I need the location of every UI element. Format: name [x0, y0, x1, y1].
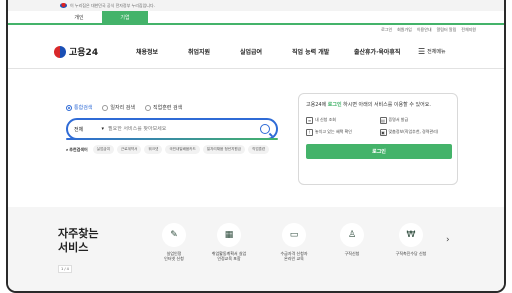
all-menu-button[interactable]: ☰ 전체메뉴 [418, 47, 446, 56]
service-label: 구직신청 [344, 251, 360, 256]
main-menu: 채용정보 취업지원 실업급여 직업 능력 개발 출산휴가·육아휴직 [136, 47, 412, 56]
frequent-services-title: 자주찾는 서비스 [58, 227, 98, 255]
search-scope-options: 통합검색 일자리 검색 직업훈련 검색 [66, 104, 286, 111]
guide-link[interactable]: 이용안내 [417, 27, 432, 33]
search-icon[interactable] [260, 124, 270, 134]
support-link[interactable]: 전체지원 [461, 27, 476, 33]
main-navigation: 고용24 채용정보 취업지원 실업급여 직업 능력 개발 출산휴가·육아휴직 ☰… [8, 35, 504, 69]
service-job-plan[interactable]: ▦ 취업활동계획서 실업 인정교육 포함 [201, 223, 257, 262]
monitor-icon: ▭ [282, 223, 306, 247]
menu-jobs[interactable]: 채용정보 [136, 47, 188, 56]
menu-vocational-training[interactable]: 직업 능력 개발 [292, 47, 354, 56]
radio-job-search[interactable]: 일자리 검색 [102, 104, 135, 111]
service-online-education[interactable]: ▭ 수급자격 신청자 온라인 교육 [266, 223, 322, 262]
dropdown-arrow-icon: ▾ [101, 125, 104, 132]
money-icon: ₩ [399, 223, 423, 247]
carousel-pager[interactable]: 1 / 4 [58, 265, 72, 273]
login-message: 고용24에 로그인 하시면 아래의 서비스를 이용할 수 있어요. [306, 102, 450, 109]
search-category-select[interactable]: 전체 ▾ [74, 126, 108, 133]
tab-business[interactable]: 기업 [102, 11, 148, 23]
search-section: 통합검색 일자리 검색 직업훈련 검색 전체 ▾ ⌕ 추천검색어 [66, 104, 286, 154]
benefit-label: 내 신청 조회 [315, 117, 336, 122]
login-benefits: ≡ 내 신청 조회 ▤ 증명서 발급 ! 놓치고 있는 혜택 확인 ▣ 맞춤정보… [306, 116, 451, 136]
board-icon: ▦ [217, 223, 241, 247]
tab-personal[interactable]: 개인 [56, 11, 102, 23]
keyword-chip[interactable]: 실업급여 [92, 145, 114, 154]
benefit-custom-info: ▣ 맞춤정보(직업추천, 경력관리) [379, 128, 451, 136]
login-msg-highlight: 로그인 [327, 102, 342, 108]
recommended-keywords: ⌕ 추천검색어 실업급여 근로계약서 워크넷 국민내일배움카드 일자리채움 청년… [66, 145, 280, 154]
notice-link[interactable]: 알림터 알림 [437, 27, 457, 33]
magnifier-small-icon: ⌕ [66, 147, 69, 152]
menu-unemployment-benefits[interactable]: 실업급여 [240, 47, 292, 56]
menu-employment-support[interactable]: 취업지원 [188, 47, 240, 56]
title-text: 자주찾는 서비스 [58, 227, 99, 254]
category-value: 전체 [74, 126, 84, 133]
service-unemployment-recognition[interactable]: ✎ 실업인정 인터넷 신청 [146, 223, 202, 262]
all-menu-label: 전체메뉴 [427, 49, 446, 55]
radio-label: 통합검색 [74, 105, 93, 111]
benefit-certificates: ▤ 증명서 발급 [379, 116, 451, 124]
benefit-missed-benefits: ! 놓치고 있는 혜택 확인 [306, 128, 377, 136]
search-input[interactable] [108, 126, 260, 132]
keyword-chip[interactable]: 국민내일배움카드 [165, 145, 200, 154]
logo-text: 고용24 [69, 48, 99, 58]
person-icon: ♙ [340, 223, 364, 247]
benefit-label: 증명서 발급 [388, 117, 409, 122]
radio-label: 직업훈련 검색 [153, 105, 183, 111]
radio-training-search[interactable]: 직업훈련 검색 [145, 104, 182, 111]
keyword-chip[interactable]: 근로계약서 [116, 145, 142, 154]
document-icon: ✎ [162, 223, 186, 247]
benefit-my-applications: ≡ 내 신청 조회 [306, 116, 377, 124]
search-bar: 전체 ▾ [66, 118, 278, 140]
service-label: 구직촉진수당 신청 [395, 251, 427, 256]
radio-unchecked-icon [102, 104, 109, 111]
benefit-label: 맞춤정보(직업추천, 경력관리) [388, 129, 439, 134]
radio-label: 일자리 검색 [110, 105, 135, 111]
keyword-chip[interactable]: 일자리채움 청년지원금 [202, 145, 246, 154]
service-label: 수급자격 신청자 온라인 교육 [280, 251, 308, 262]
utility-links: 로그인 회원가입 이용안내 알림터 알림 전체지원 [8, 25, 504, 35]
gov-banner-text: 이 누리집은 대한민국 공식 전자정부 누리집입니다. [70, 2, 155, 8]
menu-parental-leave[interactable]: 출산휴가·육아휴직 [354, 47, 412, 56]
bell-icon: ! [306, 128, 313, 136]
login-button[interactable]: 로그인 [306, 143, 452, 159]
service-label: 취업활동계획서 실업 인정교육 포함 [211, 251, 247, 262]
service-job-seeking-allowance[interactable]: ₩ 구직촉진수당 신청 [383, 223, 439, 256]
taegeuk-flag-icon [60, 3, 67, 8]
site-logo[interactable]: 고용24 [54, 45, 136, 58]
login-msg-prefix: 고용24에 [306, 102, 328, 108]
radio-unchecked-icon [145, 104, 151, 111]
hamburger-icon: ☰ [418, 47, 426, 56]
keyword-chip[interactable]: 직업훈련 [248, 145, 270, 154]
service-job-application[interactable]: ♙ 구직신청 [324, 223, 380, 256]
frequent-services: 자주찾는 서비스 1 / 4 ✎ 실업인정 인터넷 신청 ▦ 취업활동계획서 실… [8, 207, 504, 291]
gov-emblem-icon [54, 45, 66, 58]
recommend-label-text: 추천검색어 [69, 146, 88, 152]
gov-banner: 이 누리집은 대한민국 공식 전자정부 누리집입니다. [8, 0, 504, 11]
radio-integrated-search[interactable]: 통합검색 [66, 104, 92, 111]
signup-link[interactable]: 회원가입 [397, 27, 412, 33]
user-type-tabs: 개인 기업 [8, 11, 504, 25]
briefcase-icon: ▣ [379, 128, 387, 136]
login-msg-suffix: 하시면 아래의 서비스를 이용할 수 있어요. [341, 102, 431, 108]
radio-checked-icon [66, 104, 72, 111]
login-link[interactable]: 로그인 [381, 27, 392, 33]
keyword-chip[interactable]: 워크넷 [144, 145, 163, 154]
login-panel: 고용24에 로그인 하시면 아래의 서비스를 이용할 수 있어요. ≡ 내 신청… [298, 93, 458, 185]
chevron-right-icon[interactable]: › [446, 235, 450, 245]
benefit-label: 놓치고 있는 혜택 확인 [315, 129, 352, 134]
clipboard-icon: ≡ [306, 116, 313, 124]
recommended-keywords-label: ⌕ 추천검색어 [66, 147, 88, 153]
certificate-icon: ▤ [379, 116, 387, 124]
browser-frame: 이 누리집은 대한민국 공식 전자정부 누리집입니다. 개인 기업 로그인 회원… [6, 0, 506, 293]
service-label: 실업인정 인터넷 신청 [164, 251, 184, 262]
